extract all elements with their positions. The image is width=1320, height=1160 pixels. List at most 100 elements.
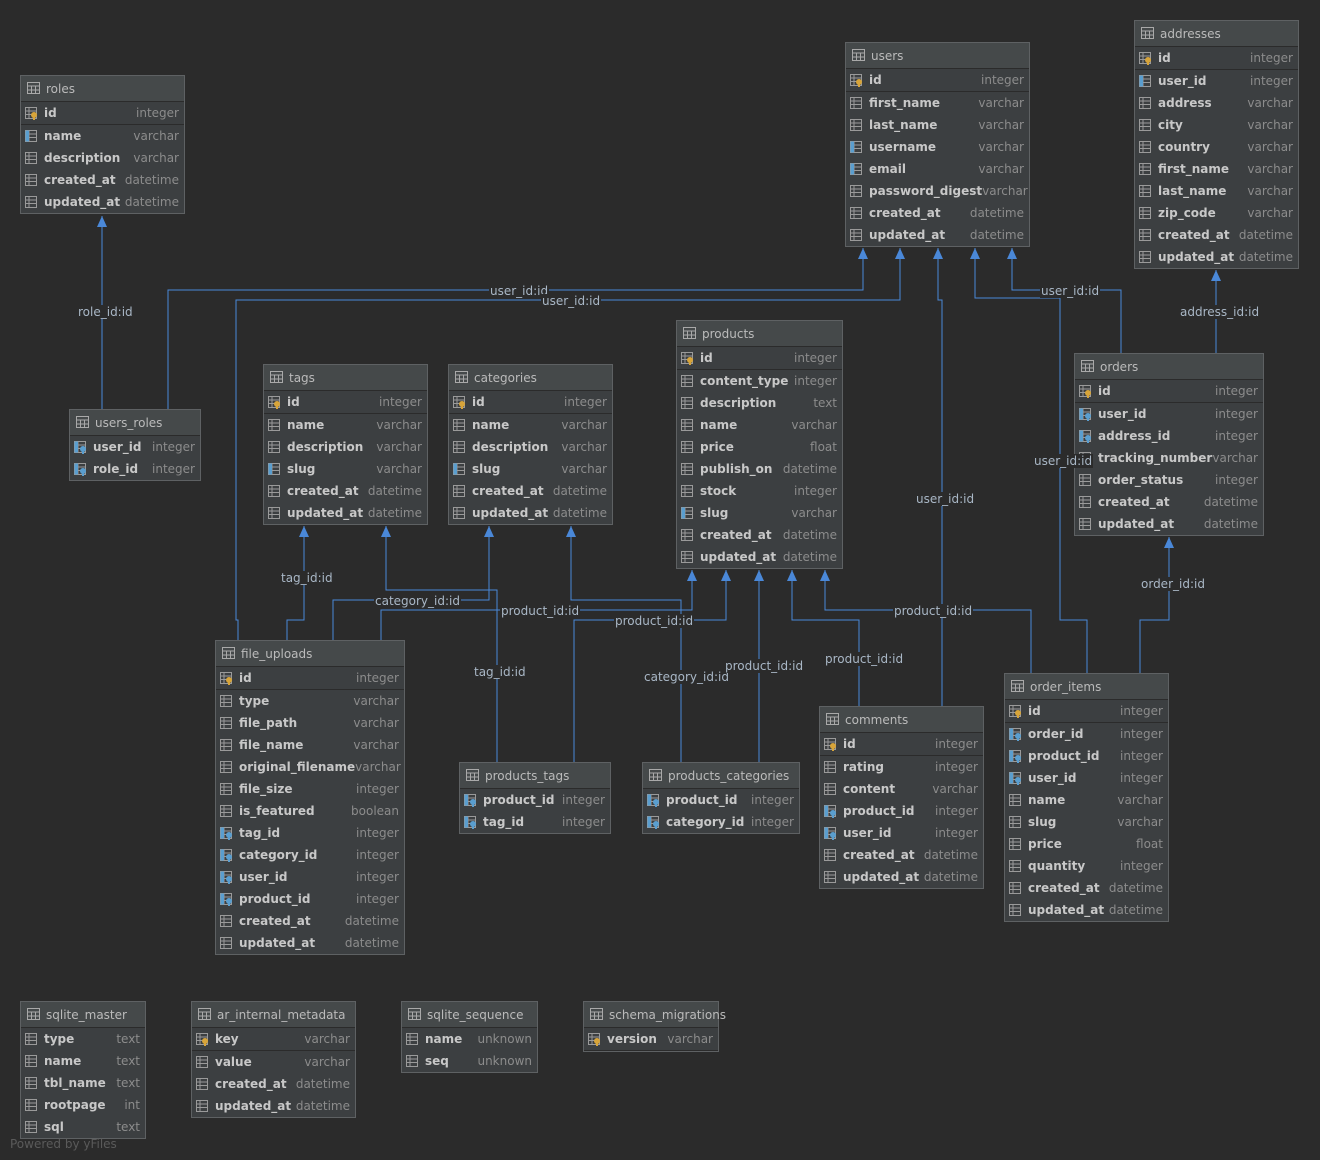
column-row[interactable]: updated_at datetime xyxy=(264,502,427,524)
column-row[interactable]: content_type integer xyxy=(677,370,842,392)
column-row[interactable]: original_filename varchar xyxy=(216,756,404,778)
column-row[interactable]: created_at datetime xyxy=(21,169,184,191)
table-users-roles[interactable]: users_roles user_id integer role_id intege… xyxy=(69,409,201,481)
table-header[interactable]: categories xyxy=(449,365,612,391)
table-header[interactable]: schema_migrations xyxy=(584,1002,726,1028)
table-header[interactable]: products_tags xyxy=(460,763,610,789)
column-row[interactable]: order_id integer xyxy=(1005,723,1168,745)
table-sqlite-master[interactable]: sqlite_master type text name text tbl_name… xyxy=(20,1001,146,1139)
column-row[interactable]: updated_at datetime xyxy=(449,502,612,524)
column-row[interactable]: product_id integer xyxy=(820,800,983,822)
column-row[interactable]: role_id integer xyxy=(70,458,200,480)
column-row[interactable]: updated_at datetime xyxy=(820,866,983,888)
column-row[interactable]: name varchar xyxy=(21,125,184,147)
column-row[interactable]: updated_at datetime xyxy=(1005,899,1168,921)
column-row[interactable]: address varchar xyxy=(1135,92,1298,114)
column-row[interactable]: email varchar xyxy=(846,158,1029,180)
column-row[interactable]: id integer xyxy=(846,69,1029,92)
column-row[interactable]: user_id integer xyxy=(1135,70,1298,92)
column-row[interactable]: id integer xyxy=(1075,380,1263,403)
column-row[interactable]: id integer xyxy=(1135,47,1298,70)
column-row[interactable]: user_id integer xyxy=(70,436,200,458)
column-row[interactable]: stock integer xyxy=(677,480,842,502)
column-row[interactable]: tracking_number varchar xyxy=(1075,447,1263,469)
column-row[interactable]: category_id integer xyxy=(216,844,404,866)
column-row[interactable]: updated_at datetime xyxy=(1075,513,1263,535)
column-row[interactable]: name text xyxy=(21,1050,145,1072)
column-row[interactable]: type varchar xyxy=(216,690,404,712)
column-row[interactable]: key varchar xyxy=(192,1028,355,1051)
column-row[interactable]: rootpage int xyxy=(21,1094,145,1116)
table-products-tags[interactable]: products_tags product_id integer tag_id in… xyxy=(459,762,611,834)
table-header[interactable]: tags xyxy=(264,365,427,391)
column-row[interactable]: user_id integer xyxy=(820,822,983,844)
column-row[interactable]: name varchar xyxy=(264,414,427,436)
column-row[interactable]: updated_at datetime xyxy=(677,546,842,568)
table-file-uploads[interactable]: file_uploads id integer type varchar file_… xyxy=(215,640,405,955)
table-orders[interactable]: orders id integer user_id integer address_… xyxy=(1074,353,1264,536)
column-row[interactable]: created_at datetime xyxy=(216,910,404,932)
table-sqlite-sequence[interactable]: sqlite_sequence name unknown seq unknown xyxy=(401,1001,538,1073)
column-row[interactable]: user_id integer xyxy=(1005,767,1168,789)
table-header[interactable]: products xyxy=(677,321,842,347)
table-header[interactable]: file_uploads xyxy=(216,641,404,667)
column-row[interactable]: zip_code varchar xyxy=(1135,202,1298,224)
column-row[interactable]: price float xyxy=(677,436,842,458)
column-row[interactable]: name varchar xyxy=(449,414,612,436)
column-row[interactable]: last_name varchar xyxy=(846,114,1029,136)
column-row[interactable]: product_id integer xyxy=(460,789,610,811)
column-row[interactable]: created_at datetime xyxy=(264,480,427,502)
table-addresses[interactable]: addresses id integer user_id integer addre… xyxy=(1134,20,1299,269)
table-comments[interactable]: comments id integer rating integer content… xyxy=(819,706,984,889)
column-row[interactable]: order_status integer xyxy=(1075,469,1263,491)
column-row[interactable]: quantity integer xyxy=(1005,855,1168,877)
column-row[interactable]: slug varchar xyxy=(449,458,612,480)
column-row[interactable]: id integer xyxy=(449,391,612,414)
column-row[interactable]: category_id integer xyxy=(643,811,799,833)
column-row[interactable]: id integer xyxy=(264,391,427,414)
column-row[interactable]: first_name varchar xyxy=(846,92,1029,114)
column-row[interactable]: id integer xyxy=(820,733,983,756)
column-row[interactable]: updated_at datetime xyxy=(192,1095,355,1117)
table-header[interactable]: ar_internal_metadata xyxy=(192,1002,355,1028)
column-row[interactable]: tag_id integer xyxy=(460,811,610,833)
column-row[interactable]: slug varchar xyxy=(1005,811,1168,833)
table-categories[interactable]: categories id integer name varchar descrip… xyxy=(448,364,613,525)
column-row[interactable]: city varchar xyxy=(1135,114,1298,136)
column-row[interactable]: file_size integer xyxy=(216,778,404,800)
column-row[interactable]: created_at datetime xyxy=(846,202,1029,224)
table-header[interactable]: users_roles xyxy=(70,410,200,436)
column-row[interactable]: address_id integer xyxy=(1075,425,1263,447)
column-row[interactable]: id integer xyxy=(677,347,842,370)
column-row[interactable]: product_id integer xyxy=(216,888,404,910)
column-row[interactable]: file_name varchar xyxy=(216,734,404,756)
column-row[interactable]: updated_at datetime xyxy=(21,191,184,213)
table-header[interactable]: sqlite_sequence xyxy=(402,1002,537,1028)
column-row[interactable]: slug varchar xyxy=(677,502,842,524)
column-row[interactable]: id integer xyxy=(21,102,184,125)
column-row[interactable]: type text xyxy=(21,1028,145,1050)
column-row[interactable]: name varchar xyxy=(1005,789,1168,811)
column-row[interactable]: updated_at datetime xyxy=(216,932,404,954)
table-header[interactable]: comments xyxy=(820,707,983,733)
table-header[interactable]: sqlite_master xyxy=(21,1002,145,1028)
column-row[interactable]: rating integer xyxy=(820,756,983,778)
table-header[interactable]: orders xyxy=(1075,354,1263,380)
table-tags[interactable]: tags id integer name varchar description va… xyxy=(263,364,428,525)
column-row[interactable]: user_id integer xyxy=(1075,403,1263,425)
column-row[interactable]: created_at datetime xyxy=(677,524,842,546)
column-row[interactable]: id integer xyxy=(1005,700,1168,723)
column-row[interactable]: password_digest varchar xyxy=(846,180,1029,202)
column-row[interactable]: description varchar xyxy=(21,147,184,169)
column-row[interactable]: version varchar xyxy=(584,1028,718,1051)
column-row[interactable]: content varchar xyxy=(820,778,983,800)
column-row[interactable]: first_name varchar xyxy=(1135,158,1298,180)
column-row[interactable]: last_name varchar xyxy=(1135,180,1298,202)
column-row[interactable]: tbl_name text xyxy=(21,1072,145,1094)
table-schema-migrations[interactable]: schema_migrations version varchar xyxy=(583,1001,726,1052)
table-users[interactable]: users id integer first_name varchar last_n… xyxy=(845,42,1030,247)
column-row[interactable]: price float xyxy=(1005,833,1168,855)
column-row[interactable]: user_id integer xyxy=(216,866,404,888)
column-row[interactable]: created_at datetime xyxy=(1075,491,1263,513)
table-header[interactable]: products_categories xyxy=(643,763,799,789)
